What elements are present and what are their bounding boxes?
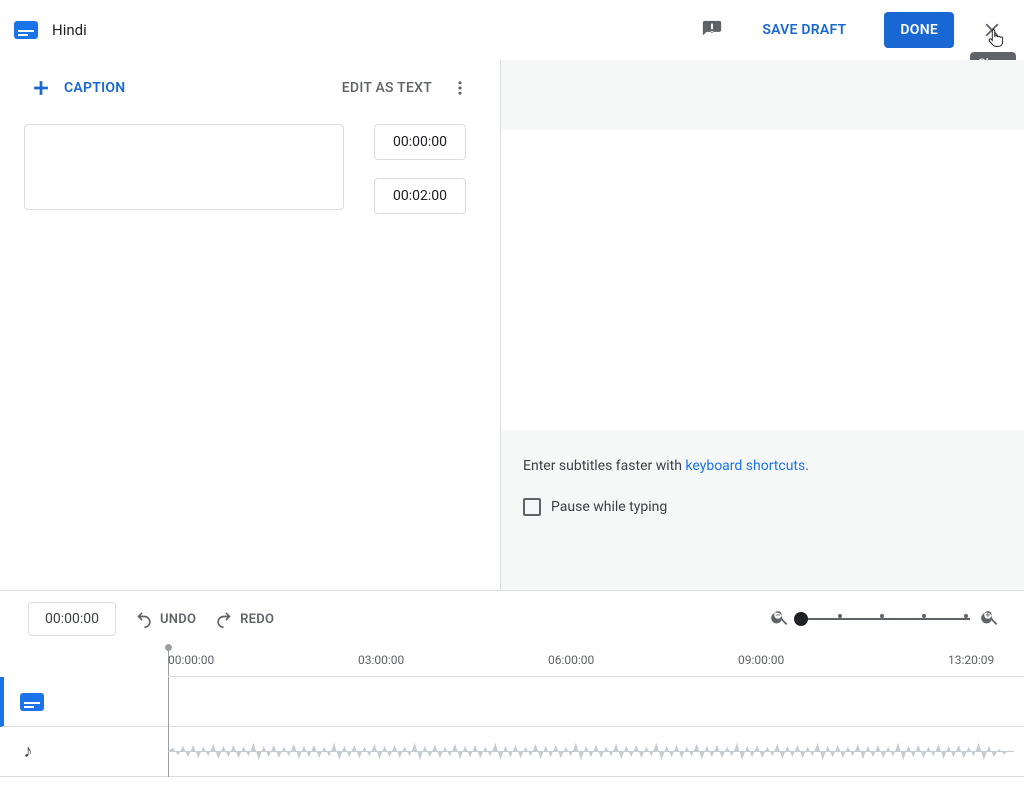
edit-as-text-button[interactable]: EDIT AS TEXT bbox=[342, 80, 432, 96]
subtitles-icon bbox=[20, 693, 44, 711]
zoom-out-button[interactable] bbox=[770, 607, 790, 631]
hint-prefix: Enter subtitles faster with bbox=[523, 458, 685, 474]
feedback-button[interactable] bbox=[692, 10, 732, 50]
close-button[interactable] bbox=[972, 10, 1012, 50]
timeline-ruler[interactable]: 00:00:00 03:00:00 06:00:00 09:00:00 13:2… bbox=[168, 647, 1024, 677]
subtitles-icon bbox=[14, 21, 38, 39]
timeline-controls: 00:00:00 UNDO REDO bbox=[0, 591, 1024, 647]
timeline-current-time[interactable]: 00:00:00 bbox=[28, 602, 116, 636]
waveform bbox=[168, 737, 1014, 766]
caption-start-time[interactable]: 00:00:00 bbox=[374, 124, 466, 160]
zoom-controls bbox=[770, 607, 1000, 631]
zoom-in-button[interactable] bbox=[980, 607, 1000, 631]
more-options-button[interactable] bbox=[444, 72, 476, 104]
add-caption-button[interactable]: CAPTION bbox=[30, 77, 125, 99]
zoom-slider-knob[interactable] bbox=[794, 612, 808, 626]
editor-panels: CAPTION EDIT AS TEXT 00:00:00 00:02:00 E… bbox=[0, 60, 1024, 590]
pause-while-typing-label: Pause while typing bbox=[551, 499, 667, 515]
caption-time-stack: 00:00:00 00:02:00 bbox=[374, 124, 466, 214]
ruler-tick: 13:20:09 bbox=[948, 653, 994, 667]
done-label: DONE bbox=[900, 22, 938, 38]
captions-panel: CAPTION EDIT AS TEXT 00:00:00 00:02:00 bbox=[0, 60, 500, 590]
feedback-icon bbox=[701, 19, 723, 41]
caption-end-time[interactable]: 00:02:00 bbox=[374, 178, 466, 214]
redo-icon bbox=[214, 609, 234, 629]
language-name: Hindi bbox=[52, 21, 87, 39]
edit-as-text-label: EDIT AS TEXT bbox=[342, 80, 432, 96]
pause-while-typing-checkbox[interactable] bbox=[523, 498, 541, 516]
ruler-tick: 03:00:00 bbox=[358, 653, 404, 667]
keyboard-shortcuts-link[interactable]: keyboard shortcuts bbox=[685, 458, 805, 474]
redo-button[interactable]: REDO bbox=[214, 609, 274, 629]
video-preview[interactable] bbox=[501, 130, 1024, 430]
timeline-body: 00:00:00 03:00:00 06:00:00 09:00:00 13:2… bbox=[0, 647, 1024, 777]
zoom-out-icon bbox=[770, 607, 790, 627]
caption-row: 00:00:00 00:02:00 bbox=[0, 116, 500, 214]
ruler-tick: 06:00:00 bbox=[548, 653, 594, 667]
undo-label: UNDO bbox=[160, 612, 196, 627]
close-icon bbox=[981, 19, 1003, 41]
subtitles-hint-strip: Enter subtitles faster with keyboard sho… bbox=[501, 440, 1024, 590]
captions-track[interactable] bbox=[0, 677, 1024, 727]
header-bar: Hindi SAVE DRAFT DONE Close bbox=[0, 0, 1024, 60]
ruler-tick: 09:00:00 bbox=[738, 653, 784, 667]
music-note-icon: ♪ bbox=[24, 741, 33, 762]
undo-button[interactable]: UNDO bbox=[134, 609, 196, 629]
done-button[interactable]: DONE bbox=[884, 12, 954, 48]
save-draft-button[interactable]: SAVE DRAFT bbox=[746, 12, 862, 48]
plus-icon bbox=[30, 77, 52, 99]
ruler-tick: 00:00:00 bbox=[168, 653, 214, 667]
hint-line: Enter subtitles faster with keyboard sho… bbox=[523, 458, 1002, 474]
undo-icon bbox=[134, 609, 154, 629]
kebab-icon bbox=[451, 79, 469, 97]
add-caption-label: CAPTION bbox=[64, 80, 125, 96]
audio-track[interactable]: ♪ bbox=[0, 727, 1024, 777]
redo-label: REDO bbox=[240, 612, 274, 627]
preview-panel: Enter subtitles faster with keyboard sho… bbox=[500, 60, 1024, 590]
timeline: 00:00:00 UNDO REDO bbox=[0, 590, 1024, 777]
zoom-in-icon bbox=[980, 607, 1000, 627]
save-draft-label: SAVE DRAFT bbox=[762, 22, 846, 38]
hint-suffix: . bbox=[805, 458, 809, 474]
zoom-slider[interactable] bbox=[800, 618, 970, 620]
captions-toolbar: CAPTION EDIT AS TEXT bbox=[0, 60, 500, 116]
caption-text-input[interactable] bbox=[24, 124, 344, 210]
